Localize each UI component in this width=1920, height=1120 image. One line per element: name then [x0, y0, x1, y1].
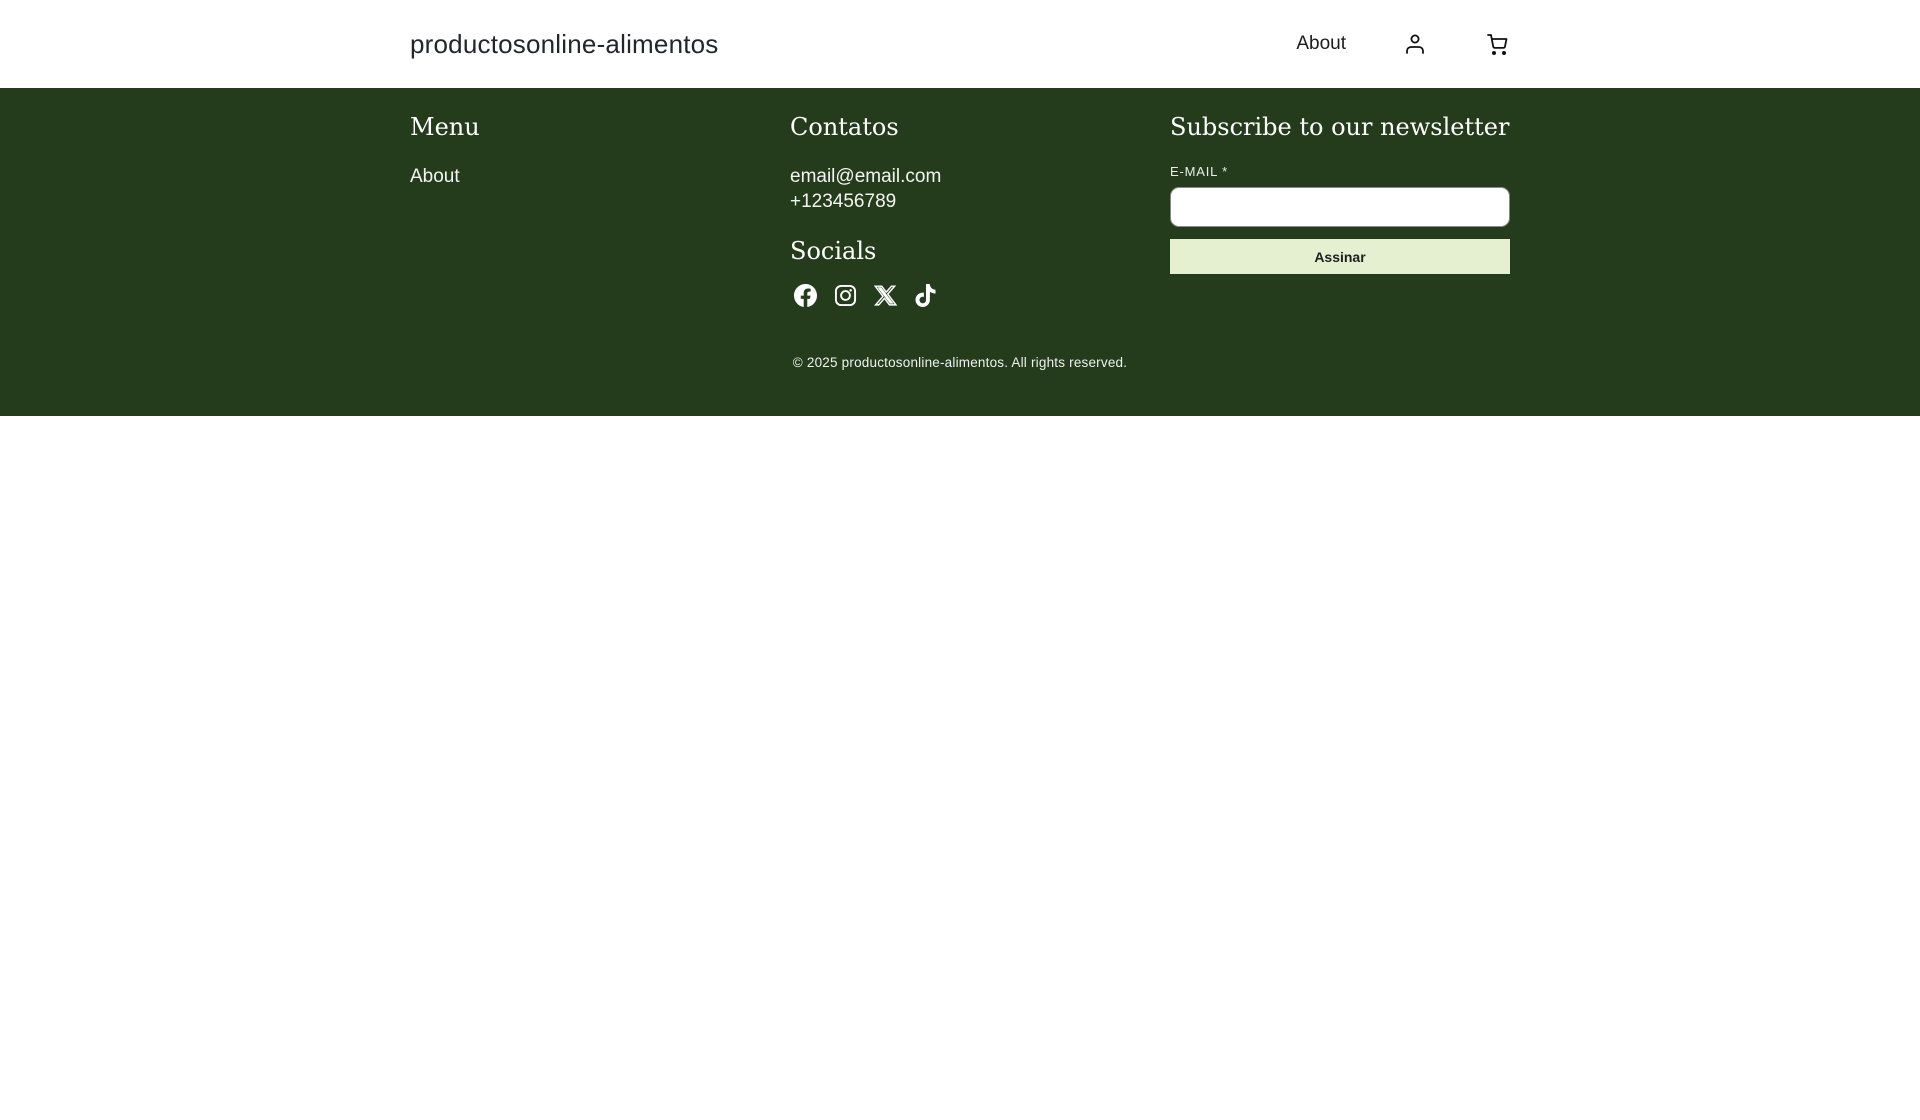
footer-socials-heading: Socials — [790, 237, 877, 265]
facebook-icon[interactable] — [790, 280, 821, 311]
newsletter-column: Subscribe to our newsletter E-MAIL * Ass… — [1170, 112, 1510, 311]
footer-link-about[interactable]: About — [410, 164, 460, 189]
contact-email: email@email.com — [790, 166, 942, 187]
tiktok-icon[interactable] — [910, 280, 941, 311]
social-icons-row — [790, 280, 1130, 311]
footer-menu-column: Menu About — [410, 112, 750, 311]
newsletter-subscribe-button[interactable]: Assinar — [1170, 239, 1510, 274]
nav-link-about[interactable]: About — [1296, 33, 1346, 55]
x-twitter-icon[interactable] — [870, 280, 901, 311]
site-header: productosonline-alimentos About — [0, 0, 1920, 88]
header-nav: About — [1296, 31, 1510, 57]
newsletter-email-input[interactable] — [1170, 187, 1510, 227]
account-icon[interactable] — [1402, 31, 1428, 57]
contact-phone: +123456789 — [790, 191, 897, 212]
shopping-cart-icon[interactable] — [1484, 31, 1510, 57]
footer-menu-heading: Menu — [410, 113, 480, 141]
footer-contacts-column: Contatos email@email.com +123456789 Soci… — [790, 112, 1130, 311]
page-content — [0, 416, 1920, 1120]
site-footer: Menu About Contatos email@email.com +123… — [0, 88, 1920, 416]
instagram-icon[interactable] — [830, 280, 861, 311]
site-logo[interactable]: productosonline-alimentos — [410, 29, 719, 60]
copyright-text: © 2025 productosonline-alimentos. All ri… — [792, 355, 1128, 370]
newsletter-email-label: E-MAIL * — [1170, 164, 1228, 179]
footer-contacts-heading: Contatos — [790, 113, 899, 141]
newsletter-heading: Subscribe to our newsletter — [1170, 113, 1510, 141]
